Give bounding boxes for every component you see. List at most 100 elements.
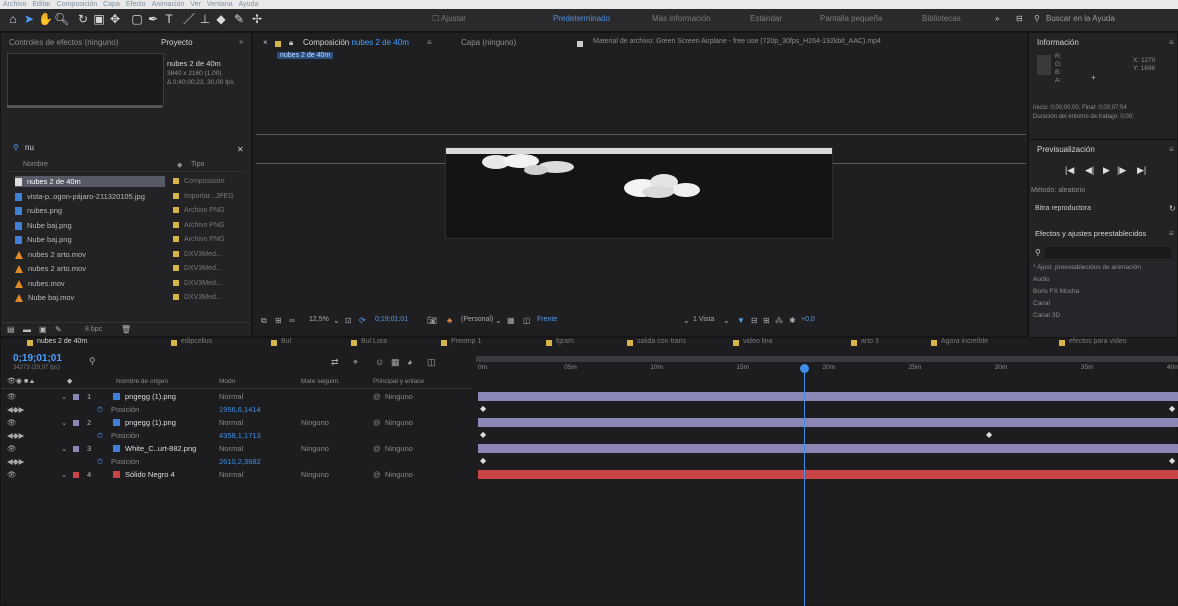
keyframe-nav-icon[interactable]: ◀◆▶ xyxy=(7,403,24,416)
keyframe-icon[interactable]: ◆ xyxy=(1169,405,1175,413)
views-dropdown-icon[interactable]: ⌄ xyxy=(723,316,730,325)
timeline-tab[interactable]: arto 3 xyxy=(861,338,879,345)
last-frame-icon[interactable]: ▶| xyxy=(1137,165,1146,176)
layer-parent[interactable]: Ninguno xyxy=(385,442,413,455)
exposure-icon[interactable]: ✱ xyxy=(789,316,796,325)
workspace-learn[interactable]: Más información xyxy=(652,14,711,23)
info-menu-icon[interactable]: ≡ xyxy=(1169,38,1174,47)
project-item[interactable]: Nube baj.mov xyxy=(15,292,165,303)
timeline-tab[interactable]: fgram xyxy=(556,338,574,345)
tab-project[interactable]: Proyecto xyxy=(161,38,193,47)
parent-pickwhip-icon[interactable]: @ xyxy=(373,468,381,481)
project-item[interactable]: vista-p..ogon-pájaro-211320105.jpg xyxy=(15,191,165,202)
menu-item[interactable]: Ventana xyxy=(207,1,233,8)
bit-depth[interactable]: 8 bpc xyxy=(85,326,102,333)
selection-tool-icon[interactable]: ➤ xyxy=(22,12,36,26)
parent-pickwhip-icon[interactable]: @ xyxy=(373,390,381,403)
workspace-small-screen[interactable]: Pantalla pequeña xyxy=(820,14,882,23)
panel-expand-icon[interactable]: » xyxy=(239,37,243,46)
resolution-dropdown-icon[interactable]: ⌄ xyxy=(495,316,502,325)
menu-item[interactable]: Composición xyxy=(57,1,97,8)
project-item[interactable]: nubes 2 arto.mov xyxy=(15,263,165,274)
prev-frame-icon[interactable]: ◀| xyxy=(1085,165,1094,176)
parent-pickwhip-icon[interactable]: @ xyxy=(373,416,381,429)
tab-composition[interactable]: Composición nubes 2 de 40m xyxy=(303,38,409,47)
project-item[interactable]: nubes.png xyxy=(15,205,165,216)
zoom-dropdown-icon[interactable]: ⌄ xyxy=(333,316,340,325)
keyframe-nav-icon[interactable]: ◀◆▶ xyxy=(7,429,24,442)
column-name[interactable]: Nombre xyxy=(23,161,48,168)
hand-tool-icon[interactable]: ✋ xyxy=(38,12,53,26)
menu-item[interactable]: Archivo xyxy=(3,1,26,8)
twirl-down-icon[interactable]: ⌄ xyxy=(61,442,67,455)
rotate-tool-icon[interactable]: ↻ xyxy=(76,12,90,26)
panel-menu-icon[interactable]: ≡ xyxy=(427,38,432,47)
3d-view-icon[interactable]: ◫ xyxy=(523,316,531,325)
project-item[interactable]: nubes 2 arto.mov xyxy=(15,249,165,260)
lock-icon[interactable]: 🔒︎ xyxy=(289,38,293,48)
layer-track-matte[interactable]: Ninguno xyxy=(301,442,329,455)
workspace-default[interactable]: Predeterminado xyxy=(553,14,610,23)
fit-icon[interactable]: ⊡ xyxy=(345,316,352,325)
menu-item[interactable]: Editar xyxy=(32,1,50,8)
time-ruler[interactable]: 0m 05m 10m 15m 20m 25m 30m 35m 40m xyxy=(476,364,1178,376)
layer-mode[interactable]: Normal xyxy=(219,442,243,455)
new-folder-icon[interactable]: ▬ xyxy=(23,325,31,334)
layer-mode[interactable]: Normal xyxy=(219,416,243,429)
twirl-down-icon[interactable]: ⌄ xyxy=(61,390,67,403)
camera-tool-icon[interactable]: ▣ xyxy=(92,12,106,26)
preview-menu-icon[interactable]: ≡ xyxy=(1169,145,1174,154)
mask-visibility-icon[interactable]: ∞ xyxy=(289,316,295,325)
timeline-timecode[interactable]: 0;19;01;01 xyxy=(13,353,62,364)
timeline-tab[interactable]: Preomp 1 xyxy=(451,338,481,345)
layer-row[interactable]: 👁︎ ⌄ 4 Sólido Negro 4 Normal Ninguno @ Ninguno xyxy=(1,468,476,481)
visibility-eye-icon[interactable]: 👁︎ xyxy=(7,416,17,429)
effects-menu-icon[interactable]: ≡ xyxy=(1169,229,1174,238)
tab-effect-controls[interactable]: Controles de efectos (ninguno) xyxy=(9,38,118,47)
composition-canvas[interactable] xyxy=(445,147,833,239)
parent-pickwhip-icon[interactable]: @ xyxy=(373,442,381,455)
menu-item[interactable]: Animación xyxy=(152,1,185,8)
motion-blur-icon[interactable]: ◕ xyxy=(407,357,412,367)
layer-row[interactable]: 👁︎ ⌄ 2 pngegg (1).png Normal Ninguno @ Ninguno xyxy=(1,416,476,429)
layer-mode[interactable]: Normal xyxy=(219,390,243,403)
property-value[interactable]: 2610,2,3682 xyxy=(219,455,261,468)
frame-blending-icon[interactable]: ▦ xyxy=(391,357,400,368)
keyframe-icon[interactable]: ◆ xyxy=(480,405,486,413)
resolution-select[interactable]: (Personal) xyxy=(461,316,493,323)
transparency-grid-icon[interactable]: ▦ xyxy=(507,316,515,325)
timeline-tab[interactable]: video lina xyxy=(743,338,773,345)
keyframe-icon[interactable]: ◆ xyxy=(1169,457,1175,465)
next-frame-icon[interactable]: |▶ xyxy=(1117,165,1126,176)
fast-preview-icon[interactable]: ▼ xyxy=(737,316,745,325)
project-item[interactable]: nubes 2 de 40m xyxy=(15,176,165,187)
keyframe-nav-icon[interactable]: ◀◆▶ xyxy=(7,455,24,468)
project-search-input[interactable]: nu xyxy=(25,143,34,152)
project-item[interactable]: Nube baj.png xyxy=(15,234,165,245)
workspace-libraries[interactable]: Bibliotecas xyxy=(922,14,961,23)
roto-brush-icon[interactable]: ✎ xyxy=(232,12,246,26)
menu-item[interactable]: Capa xyxy=(103,1,120,8)
flowchart-icon[interactable]: ⊞ xyxy=(763,316,770,325)
stamp-tool-icon[interactable]: ⊥ xyxy=(198,12,212,26)
column-parent[interactable]: Principal y enlace xyxy=(373,378,424,385)
work-area-bar[interactable] xyxy=(476,356,1178,362)
layer-duration-bar[interactable] xyxy=(478,392,1178,401)
eraser-tool-icon[interactable]: ◆ xyxy=(214,12,228,26)
effects-item[interactable]: Audio xyxy=(1033,276,1050,283)
zoom-tool-icon[interactable]: 🔍︎ xyxy=(54,12,69,26)
property-value[interactable]: 1956,6,1414 xyxy=(219,403,261,416)
tab-footage[interactable]: Material de archivo: Green Screen Airpla… xyxy=(593,38,881,45)
layer-track-matte[interactable]: Ninguno xyxy=(301,468,329,481)
layer-row[interactable]: 👁︎ ⌄ 3 White_C..urt-882.png Normal Ninguno @ Ni… xyxy=(1,442,476,455)
visibility-eye-icon[interactable]: 👁︎ xyxy=(7,390,17,403)
help-search-input[interactable]: Buscar en la Ayuda xyxy=(1046,14,1115,23)
playhead[interactable] xyxy=(803,366,805,606)
label-icon[interactable]: ◆ xyxy=(177,161,182,169)
view-select[interactable]: Frente xyxy=(537,316,557,323)
exposure-value[interactable]: +0,0 xyxy=(801,316,815,323)
menu-item[interactable]: Efecto xyxy=(126,1,146,8)
shy-layers-icon[interactable]: ☺ xyxy=(375,357,384,367)
column-source-name[interactable]: Nombre de origen xyxy=(116,378,168,385)
region-of-interest-icon[interactable]: ⧉ xyxy=(261,316,267,326)
